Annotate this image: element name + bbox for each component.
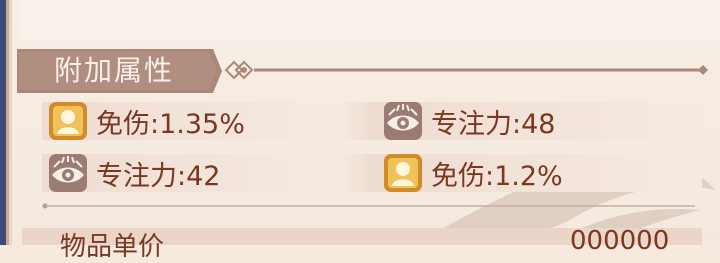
attribute-label: 免伤:1.2% [431,160,563,192]
attribute-focus-2: 专注力:42 [48,154,220,192]
attribute-damage-reduction-1: 免伤:1.35% [48,102,245,140]
attribute-focus-1: 专注力:48 [383,102,555,140]
person-portrait-icon [384,154,422,192]
unit-price-value: 000000 [570,226,670,256]
eye-icon [384,102,422,140]
upper-area [20,0,720,40]
attribute-damage-reduction-2: 免伤:1.2% [383,154,563,192]
attribute-label: 专注力:48 [431,108,556,140]
person-portrait-icon [49,102,87,140]
section-divider [42,203,695,209]
attribute-label: 免伤:1.35% [96,108,245,140]
section-title: 附加属性 [54,54,175,87]
window-left-border [0,0,12,245]
attribute-label: 专注力:42 [96,160,221,192]
eye-icon [49,154,87,192]
header-line-ornament [224,60,708,80]
